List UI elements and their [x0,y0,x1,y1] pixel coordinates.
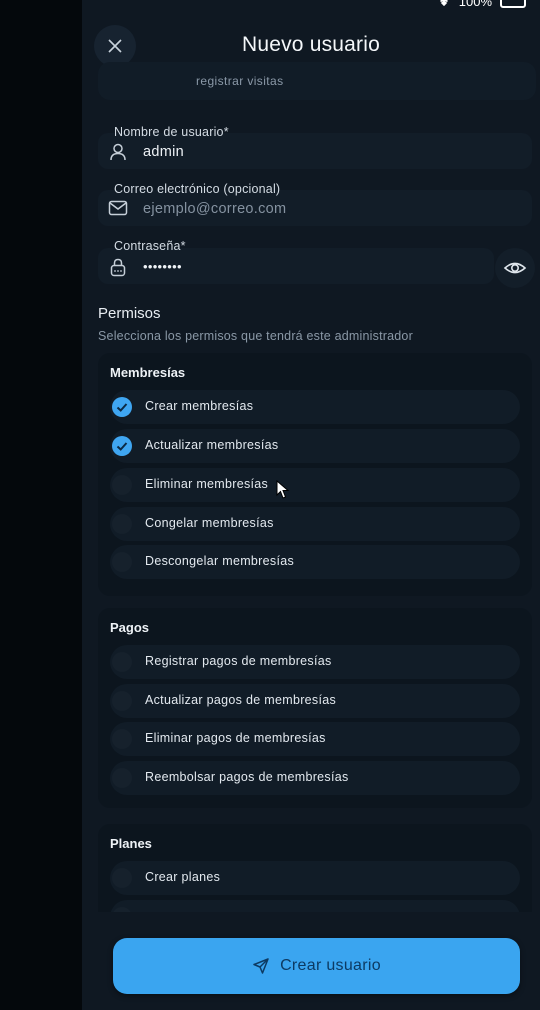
permission-item[interactable]: Actualizar pagos de membresías [110,684,520,718]
group-title: Pagos [110,620,150,635]
backdrop [0,0,82,1010]
unchecked-icon [112,652,132,672]
permission-group-pagos: Pagos Registrar pagos de membresías Actu… [98,608,532,808]
group-title: Membresías [110,365,186,380]
group-title: Planes [110,836,152,851]
permission-item[interactable]: Congelar membresías [110,507,520,541]
permission-label: Crear membresías [145,399,254,413]
toggle-password-visibility-button[interactable] [495,248,535,288]
unchecked-icon [112,768,132,788]
new-user-sheet: 100% Nuevo usuario registrar visitas Nom… [82,0,540,1010]
permission-label: Congelar membresías [145,516,274,530]
email-input[interactable]: ejemplo@correo.com [143,201,286,217]
wifi-icon [437,0,451,9]
permission-label: Descongelar membresías [145,554,295,568]
permission-item[interactable]: Descongelar membresías [110,545,520,579]
permission-label: Reembolsar pagos de membresías [145,770,349,784]
status-bar: 100% [437,0,526,9]
page-title: Nuevo usuario [241,33,380,56]
permissions-title: Permisos [98,305,161,322]
previous-section-text: registrar visitas [196,74,284,88]
create-user-button[interactable]: Crear usuario [113,938,520,994]
checked-icon [112,436,132,456]
permission-item[interactable]: Eliminar membresías [110,468,520,502]
lock-icon [110,258,126,277]
password-label: Contraseña* [114,239,186,253]
previous-section-card [98,62,536,100]
permissions-subtitle: Selecciona los permisos que tendrá este … [98,329,413,343]
permission-item[interactable]: Crear planes [110,861,520,895]
permission-item[interactable]: Actualizar membresías [110,429,520,463]
email-label: Correo electrónico (opcional) [114,182,281,196]
unchecked-icon [112,691,132,711]
permission-label: Crear planes [145,870,221,884]
permission-group-membresias: Membresías Crear membresías Actualizar m… [98,353,532,596]
unchecked-icon [112,514,132,534]
permission-label: Eliminar pagos de membresías [145,731,326,745]
permission-item[interactable]: Registrar pagos de membresías [110,645,520,679]
permission-item[interactable]: Reembolsar pagos de membresías [110,761,520,795]
unchecked-icon [112,868,132,888]
send-icon [253,958,269,974]
permission-label: Eliminar membresías [145,477,269,491]
unchecked-icon [112,729,132,749]
password-input[interactable]: •••••••• [143,259,182,274]
permission-label: Actualizar membresías [145,438,279,452]
create-user-label: Crear usuario [280,957,381,974]
permission-label: Registrar pagos de membresías [145,654,332,668]
username-label: Nombre de usuario* [114,125,229,139]
user-icon [110,143,126,161]
mail-icon [108,200,128,216]
permission-label: Actualizar pagos de membresías [145,693,337,707]
permission-item[interactable]: Crear membresías [110,390,520,424]
checked-icon [112,397,132,417]
battery-level: 100% [458,0,492,9]
unchecked-icon [112,552,132,572]
unchecked-icon [112,475,132,495]
battery-icon [500,0,526,8]
username-input[interactable]: admin [143,144,184,160]
eye-icon [503,262,527,274]
permission-item[interactable]: Eliminar pagos de membresías [110,722,520,756]
mouse-cursor-icon [276,480,290,499]
